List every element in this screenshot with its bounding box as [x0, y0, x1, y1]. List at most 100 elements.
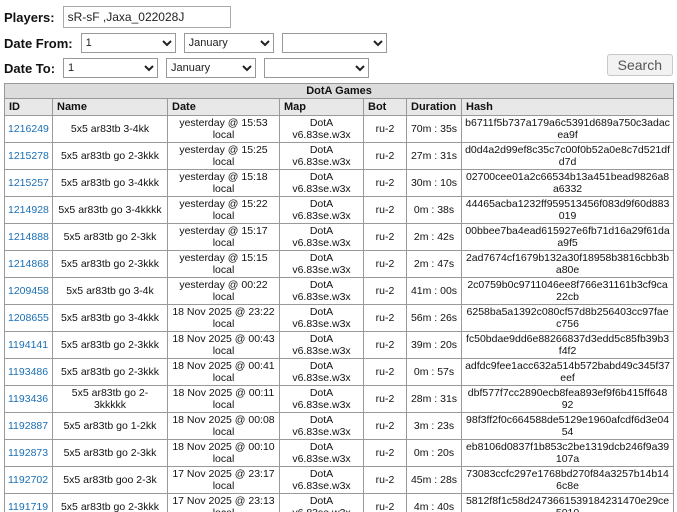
- cell-bot: ru-2: [363, 439, 407, 467]
- game-id-link[interactable]: 1193486: [8, 366, 48, 378]
- game-id-link[interactable]: 1214868: [8, 258, 49, 270]
- cell-duration: 39m : 20s: [406, 331, 462, 359]
- game-id-link[interactable]: 1216249: [8, 123, 49, 135]
- game-id-link[interactable]: 1214888: [8, 231, 49, 243]
- game-id-link[interactable]: 1191719: [8, 501, 48, 512]
- game-id-link[interactable]: 1214928: [8, 204, 49, 216]
- cell-map: DotA v6.83se.w3x: [279, 385, 364, 413]
- cell-bot: ru-2: [363, 115, 407, 143]
- table-title-row: DotA Games: [3, 83, 675, 99]
- game-id-link[interactable]: 1192887: [8, 420, 48, 432]
- cell-duration: 41m : 00s: [406, 277, 462, 305]
- cell-hash: 98f3ff2f0c664588de5129e1960afcdf6d3e0454: [460, 412, 675, 440]
- cell-map: DotA v6.83se.w3x: [279, 250, 364, 278]
- cell-duration: 28m : 31s: [406, 385, 462, 413]
- cell-name: 5x5 ar83tb go 2-3kkk: [52, 331, 168, 359]
- cell-hash: eb8106d0837f1b853c2be1319dcb246f9a39107a: [460, 439, 675, 467]
- cell-id: 1215278: [4, 142, 53, 170]
- cell-duration: 0m : 38s: [406, 196, 462, 224]
- cell-id: 1209458: [4, 277, 53, 305]
- table-row: 1215257 5x5 ar83tb go 3-4kkk yesterday @ 1…: [4, 169, 675, 197]
- cell-id: 1194141: [4, 331, 53, 359]
- table-row: 1214868 5x5 ar83tb go 2-3kkk yesterday @ 1…: [4, 250, 675, 278]
- column-header-bot: Bot: [363, 98, 407, 116]
- game-id-link[interactable]: 1209458: [8, 285, 49, 297]
- game-id-link[interactable]: 1192873: [8, 447, 48, 459]
- cell-duration: 45m : 28s: [406, 466, 462, 494]
- column-header-name: Name: [52, 98, 168, 116]
- cell-map: DotA v6.83se.w3x: [279, 466, 364, 494]
- table-row: 1192887 5x5 ar83tb go 1-2kk 18 Nov 2025 @ …: [4, 412, 675, 440]
- cell-id: 1191719: [4, 493, 53, 512]
- games-table: DotA Games ID Name Date Map Bot Duration Hash …: [3, 83, 675, 512]
- cell-duration: 2m : 42s: [406, 223, 462, 251]
- cell-bot: ru-2: [363, 277, 407, 305]
- cell-date: yesterday @ 15:22 local: [167, 196, 280, 224]
- search-button[interactable]: Search: [606, 54, 673, 76]
- table-row: 1193486 5x5 ar83tb go 2-3kkk 18 Nov 2025 @…: [4, 358, 675, 386]
- date-to-row: Date To: 1 January: [4, 58, 673, 78]
- cell-bot: ru-2: [363, 358, 407, 386]
- cell-date: yesterday @ 00:22 local: [167, 277, 280, 305]
- cell-date: yesterday @ 15:53 local: [167, 115, 280, 143]
- cell-id: 1208655: [4, 304, 53, 332]
- game-id-link[interactable]: 1215257: [8, 177, 49, 189]
- cell-bot: ru-2: [363, 493, 407, 512]
- column-header-id: ID: [4, 98, 53, 116]
- cell-date: yesterday @ 15:18 local: [167, 169, 280, 197]
- cell-date: 17 Nov 2025 @ 23:13 local: [167, 493, 280, 512]
- cell-duration: 70m : 35s: [406, 115, 462, 143]
- column-header-map: Map: [279, 98, 364, 116]
- cell-id: 1193436: [4, 385, 53, 413]
- cell-name: 5x5 ar83tb go 2-3kk: [52, 439, 168, 467]
- cell-bot: ru-2: [363, 466, 407, 494]
- cell-duration: 0m : 20s: [406, 439, 462, 467]
- table-row: 1194141 5x5 ar83tb go 2-3kkk 18 Nov 2025 @…: [4, 331, 675, 359]
- cell-map: DotA v6.83se.w3x: [279, 493, 364, 512]
- cell-bot: ru-2: [363, 412, 407, 440]
- table-row: 1209458 5x5 ar83tb go 3-4k yesterday @ 00:…: [4, 277, 675, 305]
- players-input[interactable]: [62, 6, 231, 28]
- cell-id: 1192702: [4, 466, 53, 494]
- date-to-month-select[interactable]: January: [166, 58, 257, 78]
- cell-date: 17 Nov 2025 @ 23:17 local: [167, 466, 280, 494]
- cell-duration: 30m : 10s: [406, 169, 462, 197]
- date-from-day-select[interactable]: 1: [80, 33, 176, 53]
- game-id-link[interactable]: 1215278: [8, 150, 49, 162]
- cell-map: DotA v6.83se.w3x: [279, 439, 364, 467]
- table-header-row: ID Name Date Map Bot Duration Hash: [4, 98, 675, 116]
- cell-date: yesterday @ 15:25 local: [167, 142, 280, 170]
- cell-hash: 00bbee7ba4ead615927e6fb71d16a29f61daa9f5: [460, 223, 675, 251]
- cell-map: DotA v6.83se.w3x: [279, 115, 364, 143]
- cell-hash: fc50bdae9dd6e88266837d3edd5c85fb39b3f4f2: [460, 331, 675, 359]
- cell-id: 1214868: [4, 250, 53, 278]
- cell-bot: ru-2: [363, 250, 407, 278]
- game-id-link[interactable]: 1193436: [8, 393, 48, 405]
- cell-map: DotA v6.83se.w3x: [279, 304, 364, 332]
- cell-date: yesterday @ 15:17 local: [167, 223, 280, 251]
- cell-bot: ru-2: [363, 385, 407, 413]
- cell-date: 18 Nov 2025 @ 00:10 local: [167, 439, 280, 467]
- date-from-month-select[interactable]: January: [183, 33, 274, 53]
- players-row: Players:: [4, 6, 673, 28]
- cell-hash: 2c0759b0c9711046ee8f766e31161b3cf9ca22cb: [460, 277, 675, 305]
- game-id-link[interactable]: 1208655: [8, 312, 49, 324]
- cell-hash: 73083ccfc297e1768bd270f84a3257b14b146c8e: [460, 466, 675, 494]
- date-to-day-select[interactable]: 1: [63, 58, 159, 78]
- table-row: 1214888 5x5 ar83tb go 2-3kk yesterday @ 15…: [4, 223, 675, 251]
- cell-duration: 27m : 31s: [406, 142, 462, 170]
- date-from-year-select[interactable]: [281, 33, 387, 53]
- cell-hash: 5812f8f1c58d2473661539184231470e29ce5010: [460, 493, 675, 512]
- date-from-label: Date From:: [4, 35, 73, 51]
- cell-bot: ru-2: [363, 142, 407, 170]
- cell-date: 18 Nov 2025 @ 00:43 local: [167, 331, 280, 359]
- game-id-link[interactable]: 1192702: [8, 474, 48, 486]
- cell-bot: ru-2: [363, 196, 407, 224]
- cell-id: 1192873: [4, 439, 53, 467]
- cell-duration: 2m : 47s: [406, 250, 462, 278]
- game-id-link[interactable]: 1194141: [8, 339, 48, 351]
- cell-date: 18 Nov 2025 @ 00:08 local: [167, 412, 280, 440]
- cell-name: 5x5 ar83tb go 3-4kkk: [52, 304, 168, 332]
- column-header-hash: Hash: [460, 98, 675, 116]
- date-to-year-select[interactable]: [264, 58, 370, 78]
